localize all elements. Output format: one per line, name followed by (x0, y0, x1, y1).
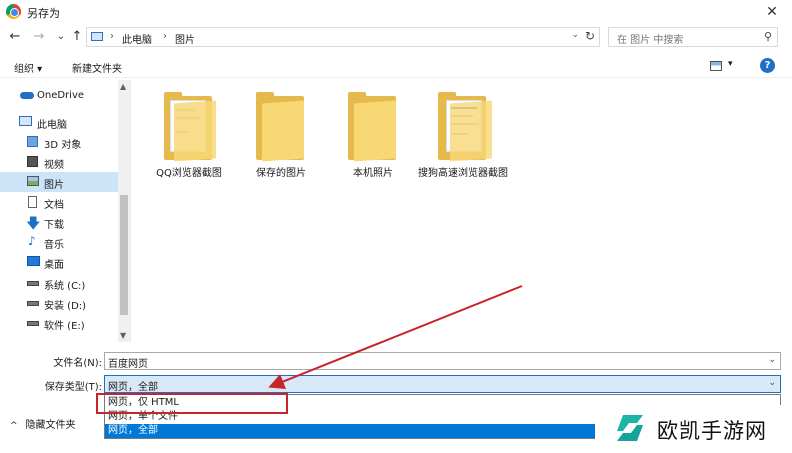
annotation-arrow (268, 285, 523, 389)
brand-name: 欧凯手游网 (657, 419, 767, 443)
watermark: 欧凯手游网 (595, 405, 792, 453)
brand-logo-icon (617, 415, 643, 441)
